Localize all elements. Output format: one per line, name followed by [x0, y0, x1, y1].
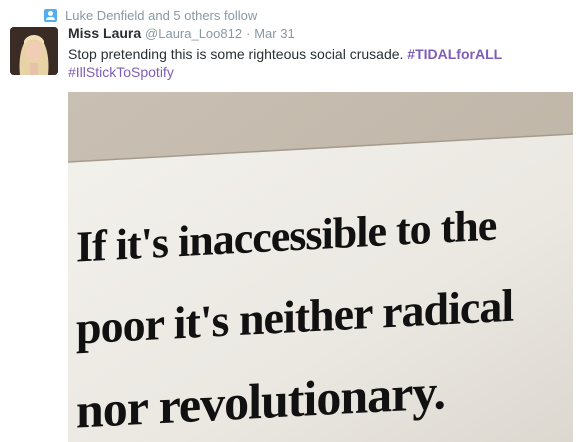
avatar-photo [10, 27, 58, 75]
tweet-header: Miss Laura @Laura_Loo812 · Mar 31 [68, 25, 295, 41]
social-context-text[interactable]: Luke Denfield and 5 others follow [65, 8, 257, 23]
tweet-text: Stop pretending this is some righteous s… [68, 45, 573, 81]
sign-line: If it's inaccessible to the [76, 200, 497, 272]
tweet-media-photo[interactable]: If it's inaccessible to the poor it's ne… [68, 92, 573, 442]
sign-text: If it's inaccessible to the poor it's ne… [68, 92, 573, 442]
follow-icon [44, 9, 57, 22]
author-name[interactable]: Miss Laura [68, 25, 141, 41]
sign-line: poor it's neither radical [76, 279, 514, 354]
hashtag-link[interactable]: #IllStickToSpotify [68, 64, 174, 80]
header-separator: · [245, 26, 251, 41]
tweet-timestamp[interactable]: Mar 31 [254, 26, 294, 41]
author-handle[interactable]: @Laura_Loo812 [145, 26, 242, 41]
tweet-text-body: Stop pretending this is some righteous s… [68, 46, 408, 62]
hashtag-link[interactable]: #TIDALforALL [407, 46, 502, 62]
avatar[interactable] [10, 27, 58, 75]
social-context: Luke Denfield and 5 others follow [44, 8, 257, 23]
